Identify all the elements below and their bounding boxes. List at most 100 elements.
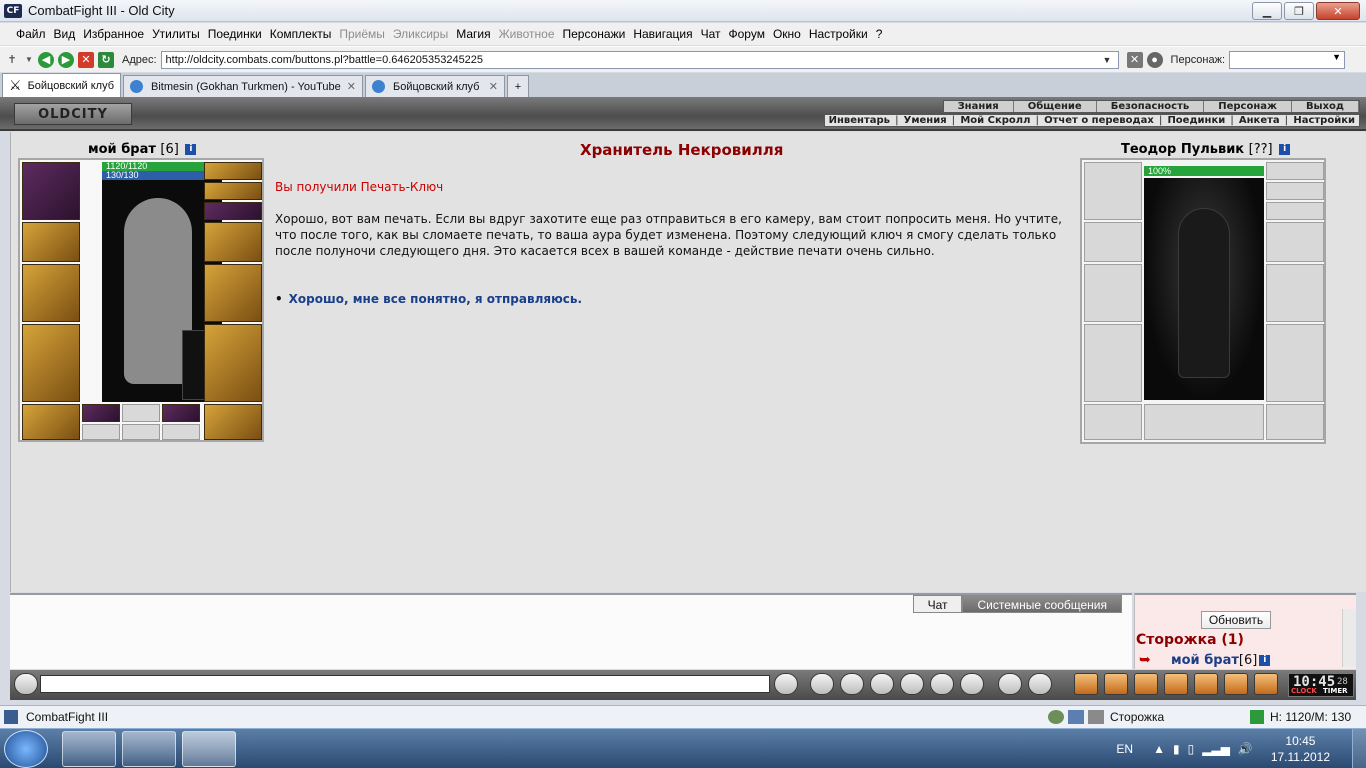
close-page-icon[interactable]: ✕ <box>1126 51 1143 68</box>
empty-slot[interactable] <box>162 424 200 440</box>
exit-icon[interactable] <box>1254 673 1278 695</box>
gift-icon[interactable] <box>1194 673 1218 695</box>
tab-system-messages[interactable]: Системные сообщения <box>962 595 1122 613</box>
gloves-slot[interactable] <box>204 222 262 262</box>
menu-file[interactable]: Файл <box>12 27 50 41</box>
nav-security[interactable]: Безопасность <box>1097 101 1205 112</box>
refresh-icon[interactable]: ↻ <box>98 51 114 68</box>
menu-elixirs[interactable]: Эликсиры <box>389 27 452 41</box>
tray-clock[interactable]: 10:45 17.11.2012 <box>1271 733 1330 765</box>
volume-icon[interactable]: 🔊 <box>1238 742 1253 756</box>
npc-belt-slot[interactable] <box>1084 404 1142 440</box>
bracers-slot[interactable] <box>22 222 80 262</box>
cross-icon[interactable]: ✝ <box>4 52 20 68</box>
online-user[interactable]: мой брат[6] i <box>1171 653 1271 668</box>
potion-slot[interactable] <box>82 404 120 422</box>
rings-slot[interactable] <box>204 202 262 220</box>
scroll-icon[interactable] <box>1074 673 1098 695</box>
empty-slot[interactable] <box>122 424 160 440</box>
friends-icon[interactable] <box>1224 673 1248 695</box>
refresh-status-icon[interactable] <box>1250 710 1264 724</box>
empty-slot[interactable] <box>122 404 160 422</box>
npc-name[interactable]: Теодор Пульвик [??] i <box>1121 142 1291 157</box>
dialog-answer[interactable]: • Хорошо, мне все понятно, я отправляюсь. <box>275 292 582 306</box>
helmet-icon[interactable] <box>1028 673 1052 695</box>
info-icon[interactable]: i <box>185 144 197 155</box>
close-button[interactable]: ✕ <box>1316 2 1360 20</box>
tab-close-icon[interactable]: ✕ <box>489 80 498 93</box>
network-icon[interactable]: ▮ <box>1173 742 1180 756</box>
amulet-slot[interactable] <box>204 182 262 200</box>
subnav-scroll[interactable]: Мой Скролл <box>956 115 1034 126</box>
chat-input[interactable] <box>40 675 770 693</box>
npc-helmet-slot[interactable] <box>1084 162 1142 220</box>
map-icon[interactable] <box>1134 673 1158 695</box>
menu-settings[interactable]: Настройки <box>805 27 872 41</box>
npc-gloves-slot[interactable] <box>1266 222 1324 262</box>
menu-animal[interactable]: Животное <box>495 27 559 41</box>
forward-icon[interactable]: ▶ <box>58 51 74 68</box>
smiley-icon[interactable] <box>998 673 1022 695</box>
npc-legs-slot[interactable] <box>1266 324 1324 402</box>
send-icon[interactable] <box>774 673 798 695</box>
menu-window[interactable]: Окно <box>769 27 805 41</box>
list-status-icon[interactable] <box>1068 710 1084 724</box>
menu-favorites[interactable]: Избранное <box>79 27 148 41</box>
menu-help[interactable]: ? <box>872 27 887 41</box>
skype-icon[interactable] <box>122 731 176 767</box>
tray-arrow-icon[interactable]: ▲ <box>1153 742 1165 756</box>
address-input[interactable] <box>160 50 1119 69</box>
stop-icon[interactable]: ✕ <box>78 51 94 68</box>
address-dropdown-icon[interactable]: ▼ <box>1103 55 1117 65</box>
nav-character[interactable]: Персонаж <box>1204 101 1292 112</box>
speak-icon[interactable] <box>14 673 38 695</box>
sound-icon[interactable] <box>960 673 984 695</box>
show-desktop-button[interactable] <box>1352 729 1366 768</box>
language-indicator[interactable]: EN <box>1116 742 1133 756</box>
filter-icon[interactable] <box>840 673 864 695</box>
subnav-settings[interactable]: Настройки <box>1289 115 1359 126</box>
subnav-transfers[interactable]: Отчет о переводах <box>1040 115 1158 126</box>
info-icon[interactable]: i <box>1279 144 1291 155</box>
subnav-battles[interactable]: Поединки <box>1163 115 1229 126</box>
menu-sets[interactable]: Комплекты <box>266 27 336 41</box>
eraser-icon[interactable] <box>810 673 834 695</box>
menu-battles[interactable]: Поединки <box>204 27 266 41</box>
nav-knowledge[interactable]: Знания <box>944 101 1014 112</box>
skull-icon[interactable] <box>1164 673 1188 695</box>
npc-emblem-slot[interactable] <box>1144 404 1264 440</box>
character-select[interactable]: ▼ <box>1229 50 1346 69</box>
minimize-button[interactable]: ▁ <box>1252 2 1282 20</box>
boots-slot[interactable] <box>204 404 262 440</box>
potion-slot[interactable] <box>162 404 200 422</box>
info-icon[interactable]: i <box>1259 655 1271 666</box>
menu-characters[interactable]: Персонажи <box>559 27 630 41</box>
menu-forum[interactable]: Форум <box>725 27 769 41</box>
weapon-slot[interactable] <box>22 264 80 322</box>
empty-slot[interactable] <box>82 424 120 440</box>
tab-chat[interactable]: Чат <box>912 595 963 613</box>
npc-shield-slot[interactable] <box>1266 264 1324 322</box>
game-clock[interactable]: 10:45 28 CLOCK TIMER <box>1288 673 1354 697</box>
subnav-skills[interactable]: Умения <box>900 115 951 126</box>
armor-slot[interactable] <box>22 324 80 402</box>
tab-combats-2[interactable]: Бойцовский клуб ✕ <box>365 75 505 97</box>
menu-chat[interactable]: Чат <box>697 27 725 41</box>
new-tab-button[interactable]: + <box>507 75 529 97</box>
menu-techniques[interactable]: Приёмы <box>335 27 389 41</box>
back-icon[interactable]: ◀ <box>38 51 54 68</box>
dialog-answer-link[interactable]: Хорошо, мне все понятно, я отправляюсь. <box>289 292 582 306</box>
characters-icon[interactable]: ● <box>1146 51 1163 68</box>
npc-earring-slot[interactable] <box>1266 162 1324 180</box>
tab-combats-1[interactable]: ⚔ Бойцовский клуб <box>2 73 121 97</box>
bag-icon[interactable] <box>1104 673 1128 695</box>
npc-armor-slot[interactable] <box>1084 324 1142 402</box>
maximize-button[interactable]: ❐ <box>1284 2 1314 20</box>
legs-slot[interactable] <box>204 324 262 402</box>
refresh-button[interactable]: Обновить <box>1201 611 1271 629</box>
location-status-icon[interactable] <box>1088 710 1104 724</box>
subnav-profile[interactable]: Анкета <box>1235 115 1284 126</box>
log-icon[interactable] <box>870 673 894 695</box>
online-scrollbar[interactable] <box>1342 609 1356 667</box>
belt-slot[interactable] <box>22 404 80 440</box>
